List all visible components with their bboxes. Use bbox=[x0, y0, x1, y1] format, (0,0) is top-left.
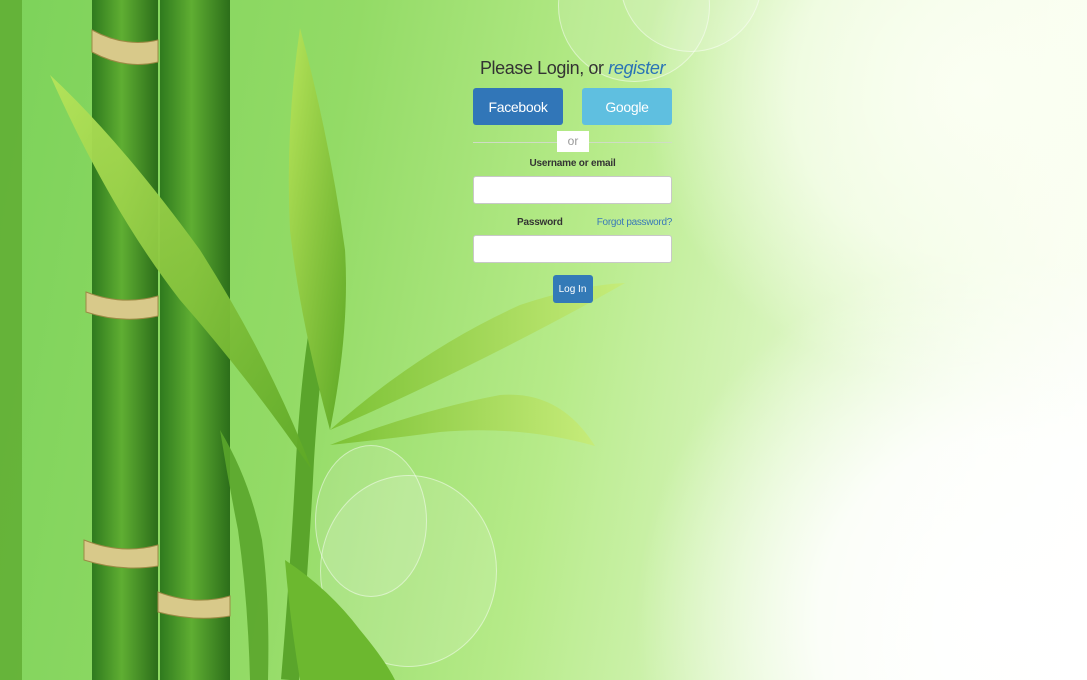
heading-text: Please Login, or bbox=[479, 58, 609, 78]
or-label: or bbox=[557, 131, 589, 152]
username-label: Username or email bbox=[529, 158, 616, 169]
login-page: Please Login, or register Facebook Googl… bbox=[0, 0, 1087, 680]
password-input[interactable] bbox=[473, 235, 672, 263]
oauth-buttons: Facebook Google bbox=[473, 88, 672, 125]
forgot-password-link[interactable]: Forgot password? bbox=[597, 216, 673, 229]
username-input[interactable] bbox=[473, 176, 672, 204]
login-heading: Please Login, or register bbox=[473, 56, 672, 80]
password-label: Password bbox=[517, 217, 563, 228]
or-divider: or bbox=[473, 131, 672, 153]
login-button[interactable]: Log In bbox=[552, 275, 593, 303]
google-login-button[interactable]: Google bbox=[582, 88, 672, 125]
facebook-login-button[interactable]: Facebook bbox=[473, 88, 563, 125]
register-link[interactable]: register bbox=[608, 58, 665, 78]
login-form: Please Login, or register Facebook Googl… bbox=[473, 56, 672, 303]
submit-wrap: Log In bbox=[473, 275, 672, 303]
password-label-row: Password Forgot password? bbox=[473, 216, 672, 229]
